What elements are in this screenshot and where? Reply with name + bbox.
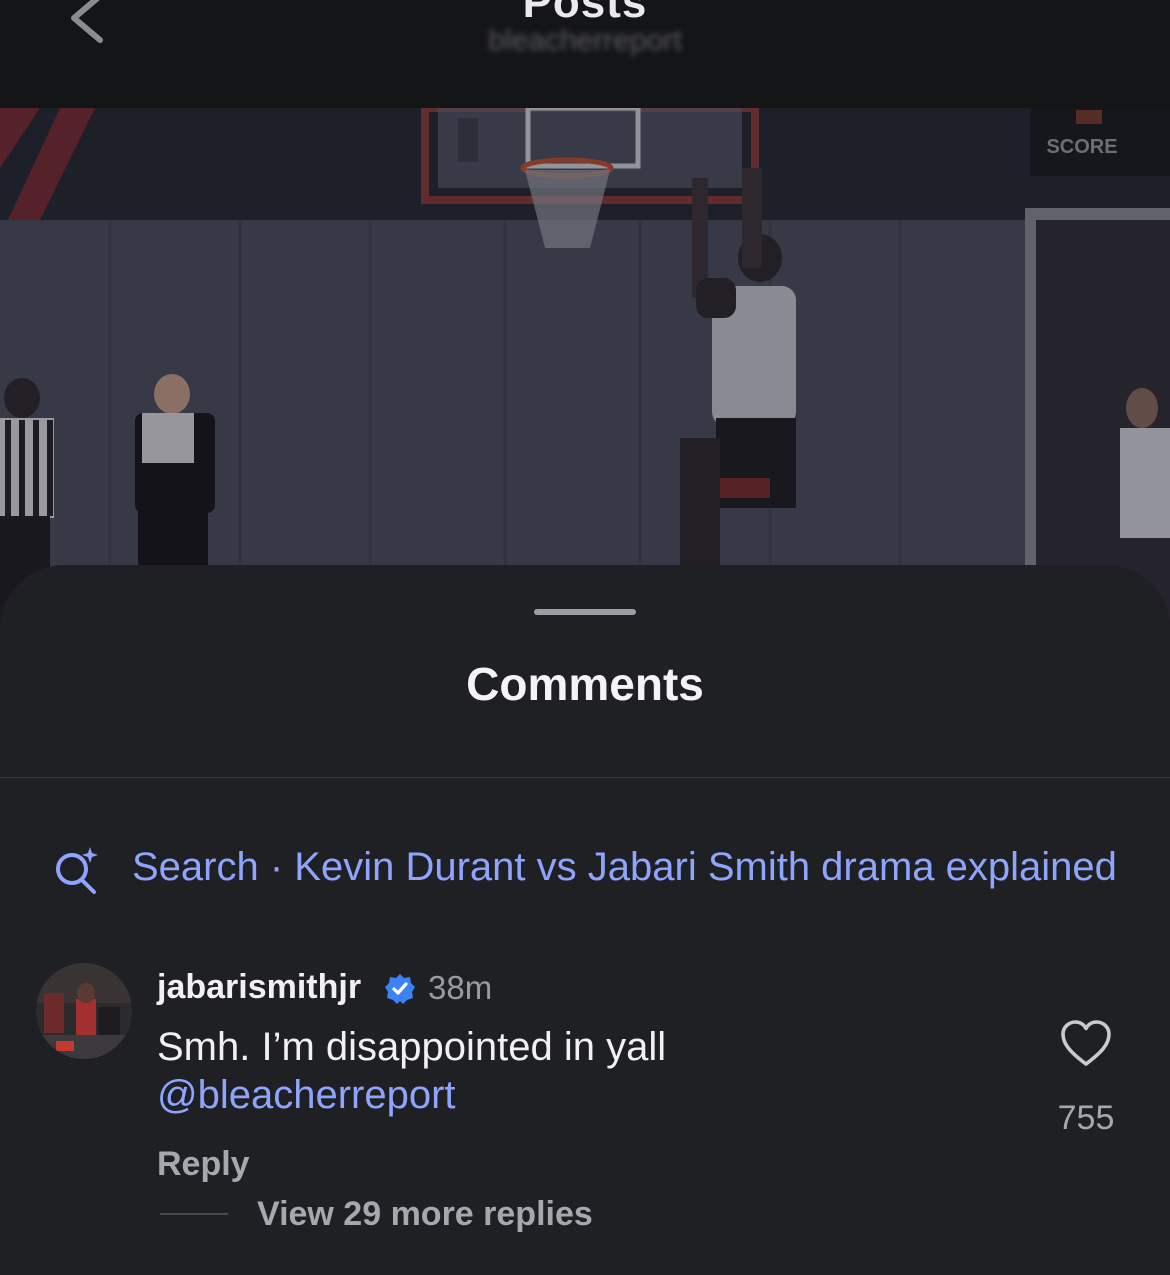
reply-button[interactable]: Reply: [157, 1145, 250, 1184]
comment-username[interactable]: jabarismithjr: [157, 968, 361, 1007]
divider: [0, 777, 1170, 778]
comments-title: Comments: [466, 658, 704, 710]
post-video[interactable]: SCORE: [0, 108, 1170, 628]
like-button[interactable]: [1060, 1020, 1112, 1068]
search-prefix: Search: [132, 845, 259, 889]
search-suggestion-text: Search · Kevin Durant vs Jabari Smith dr…: [132, 845, 1117, 890]
search-suggestion[interactable]: Search · Kevin Durant vs Jabari Smith dr…: [52, 841, 1170, 897]
screen: Posts bleacherreport SCORE Comments Sear…: [0, 0, 1170, 1275]
avatar-image: [36, 963, 132, 1059]
verified-badge-icon: [385, 974, 415, 1004]
search-query: Kevin Durant vs Jabari Smith drama expla…: [294, 845, 1117, 889]
comment-timestamp: 38m: [428, 969, 493, 1006]
comments-sheet: Comments Search · Kevin Durant vs Jabari…: [0, 565, 1170, 1275]
comment-text: Smh. I’m disappointed in yall: [157, 1025, 667, 1069]
account-subtitle: bleacherreport: [488, 24, 682, 57]
avatar[interactable]: [36, 963, 132, 1059]
heart-outline-icon: [1061, 1020, 1111, 1066]
like-count: 755: [1057, 1099, 1115, 1137]
search-sparkle-icon: [56, 847, 98, 894]
mention-link[interactable]: @bleacherreport: [157, 1073, 456, 1117]
top-nav-bar: Posts bleacherreport: [0, 0, 1170, 108]
search-separator: ·: [258, 845, 295, 889]
view-more-replies-button[interactable]: View 29 more replies: [257, 1195, 593, 1234]
replies-divider: [160, 1213, 228, 1215]
video-frame-image: SCORE: [0, 108, 1170, 628]
comment-body: Smh. I’m disappointed in yall @bleacherr…: [157, 1023, 997, 1119]
sheet-grabber[interactable]: [534, 609, 636, 615]
